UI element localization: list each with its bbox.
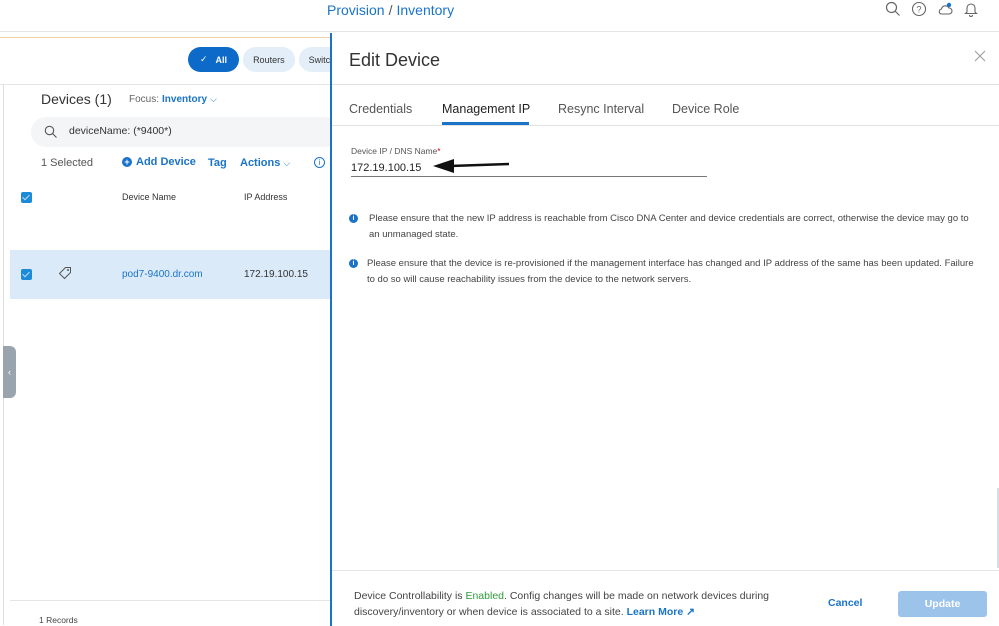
focus-label: Focus: [129, 94, 160, 105]
svg-text:?: ? [916, 5, 921, 15]
add-device-label: Add Device [136, 156, 196, 168]
cloud-icon[interactable] [937, 1, 953, 17]
column-header-ip-address[interactable]: IP Address [244, 192, 287, 202]
footer-text-prefix: Device Controllability is [354, 590, 466, 602]
divider [332, 84, 999, 85]
label-text: Device IP / DNS Name [351, 146, 438, 156]
info-icon: i [349, 259, 358, 268]
learn-more-label: Learn More [626, 606, 684, 618]
search-field[interactable]: deviceName: (*9400*) [31, 117, 331, 147]
device-ip: 172.19.100.15 [244, 269, 308, 280]
focus-value: Inventory [162, 94, 208, 105]
annotation-arrow-icon [433, 159, 510, 173]
tab-device-role[interactable]: Device Role [672, 102, 739, 116]
breadcrumb-inventory[interactable]: Inventory [396, 2, 454, 18]
info-icon: i [349, 214, 358, 223]
learn-more-link[interactable]: Learn More ↗ [627, 606, 695, 618]
table-row[interactable]: pod7-9400.dr.com 172.19.100.15 [10, 250, 330, 299]
search-icon [44, 125, 58, 139]
plus-circle-icon: + [122, 157, 132, 167]
add-device-button[interactable]: + Add Device [122, 156, 196, 168]
drawer-title: Edit Device [349, 50, 441, 70]
info-icon[interactable]: i [314, 157, 325, 168]
controllability-status: Enabled [465, 590, 505, 602]
filter-chips: ✓ All Routers Switch [188, 47, 346, 72]
focus-selector[interactable]: Focus: Inventory ⌵ [129, 94, 217, 105]
device-ip-input[interactable] [351, 159, 707, 177]
bell-icon[interactable] [963, 1, 979, 17]
header-divider [0, 37, 330, 38]
search-icon[interactable] [885, 1, 901, 17]
edit-device-drawer: Edit Device Credentials Management IP Re… [330, 33, 999, 626]
chip-label: All [215, 54, 228, 65]
table-toolbar: 1 Selected + Add Device Tag Actions ⌵ i [41, 156, 331, 171]
filter-chip-all[interactable]: ✓ All [188, 47, 240, 72]
top-bar: Provision / Inventory ? [0, 0, 999, 32]
divider [0, 84, 330, 85]
breadcrumb-provision[interactable]: Provision [327, 2, 385, 18]
external-link-icon: ↗ [686, 606, 695, 618]
column-header-device-name[interactable]: Device Name [122, 192, 176, 202]
tab-credentials[interactable]: Credentials [349, 102, 412, 116]
chip-label: Routers [253, 54, 285, 65]
tag-icon[interactable] [58, 266, 72, 280]
ip-field-label: Device IP / DNS Name* [351, 146, 441, 156]
filter-chip-routers[interactable]: Routers [243, 47, 295, 72]
row-checkbox[interactable] [21, 269, 32, 280]
chevron-down-icon: ⌵ [283, 158, 291, 168]
chevron-down-icon: ⌵ [210, 94, 217, 104]
actions-dropdown[interactable]: Actions ⌵ [240, 157, 290, 169]
note-text: Please ensure that the new IP address is… [369, 213, 969, 240]
inventory-panel: ✓ All Routers Switch Devices (1) Focus: In… [0, 33, 346, 626]
selected-count: 1 Selected [41, 157, 93, 169]
update-button[interactable]: Update [898, 591, 987, 617]
device-name-link[interactable]: pod7-9400.dr.com [122, 269, 203, 280]
tab-management-ip[interactable]: Management IP [442, 102, 530, 116]
chevron-left-icon: ‹ [8, 367, 11, 377]
controllability-message: Device Controllability is Enabled. Confi… [354, 588, 814, 620]
tag-button[interactable]: Tag [208, 157, 227, 169]
divider [332, 125, 999, 126]
breadcrumb-separator: / [388, 2, 393, 18]
table-header: Device Name IP Address [10, 183, 330, 211]
actions-label: Actions [240, 157, 281, 169]
breadcrumb: Provision / Inventory [327, 2, 454, 18]
note-text: Please ensure that the device is re-prov… [367, 258, 974, 285]
records-count: 1 Records [39, 615, 78, 625]
tab-resync-interval[interactable]: Resync Interval [558, 102, 644, 116]
search-query[interactable]: deviceName: (*9400*) [69, 125, 172, 137]
collapse-handle[interactable]: ‹ [3, 346, 16, 398]
required-mark: * [437, 146, 441, 156]
cancel-button[interactable]: Cancel [828, 597, 862, 609]
help-icon[interactable]: ? [911, 1, 927, 17]
divider [332, 570, 999, 571]
check-icon: ✓ [200, 54, 208, 64]
devices-title: Devices (1) [41, 91, 112, 107]
info-note: i Please ensure that the new IP address … [349, 211, 979, 242]
divider [10, 600, 330, 601]
info-note: i Please ensure that the device is re-pr… [349, 256, 979, 287]
close-icon[interactable] [973, 49, 987, 63]
select-all-checkbox[interactable] [21, 192, 32, 203]
